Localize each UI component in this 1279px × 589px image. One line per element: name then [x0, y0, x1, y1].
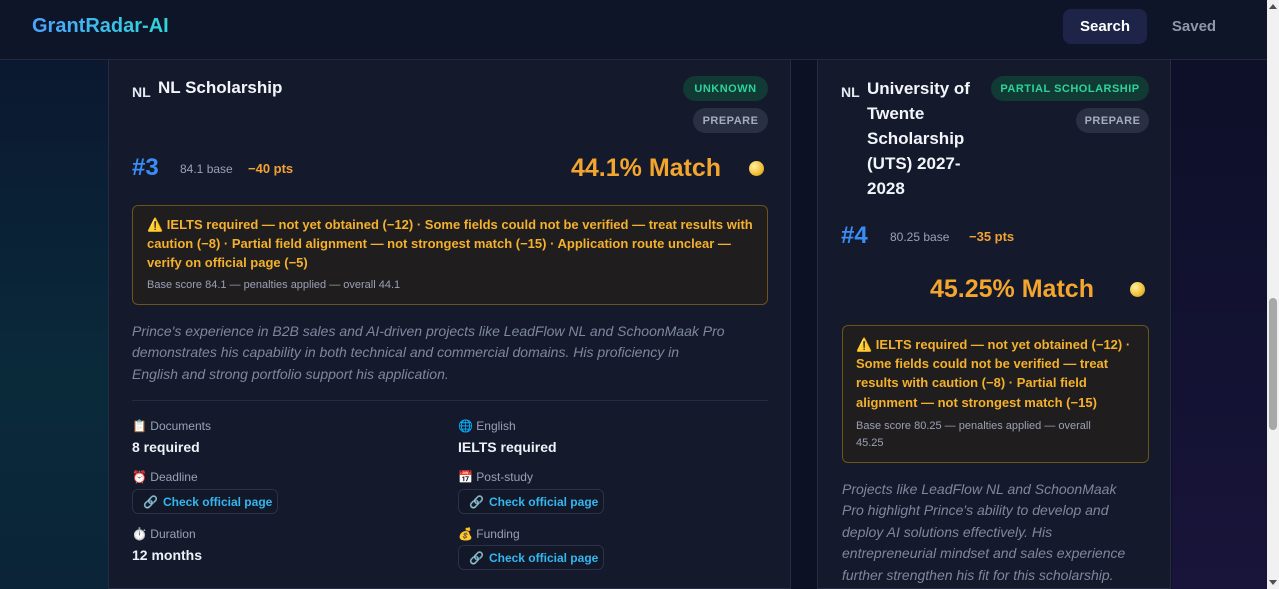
warning-line: verify on official page (−5): [147, 255, 308, 270]
background-right: [1172, 60, 1267, 589]
link-icon: 🔗: [469, 550, 484, 565]
scholarship-card-nl: NL NL Scholarship UNKNOWN PREPARE #3 84.…: [108, 60, 791, 589]
nav-saved-button[interactable]: Saved: [1158, 9, 1230, 44]
scroll-down-arrow-icon[interactable]: [1269, 580, 1277, 585]
base-score: 80.25 base: [890, 230, 950, 244]
warning-subtext: Base score 84.1 — penalties applied — ov…: [147, 279, 401, 291]
warning-box: ⚠️ IELTS required — not yet obtained (−1…: [132, 205, 768, 305]
duration-label: ⏱️ Duration: [132, 527, 196, 541]
brand-logo[interactable]: GrantRadar-AI: [32, 15, 169, 38]
link-text: Check official page: [488, 550, 599, 565]
funding-link-button[interactable]: 🔗 Check official page: [458, 545, 604, 570]
nav-search-button[interactable]: Search: [1063, 9, 1147, 44]
summary-line: Prince's experience in B2B sales and AI-…: [132, 323, 725, 339]
summary-line: English and strong portfolio support his…: [132, 366, 449, 382]
status-badge: PARTIAL SCHOLARSHIP: [991, 76, 1149, 101]
prepare-badge[interactable]: PREPARE: [1076, 108, 1149, 133]
warning-box: ⚠️ IELTS required — not yet obtained (−1…: [842, 325, 1149, 463]
flag-icon: NL: [841, 84, 860, 100]
warning-line: results with caution (−8) · Partial fiel…: [856, 375, 1087, 390]
deadline-link-button[interactable]: 🔗 Check official page: [132, 489, 278, 514]
card-title-line: 2028: [867, 179, 905, 198]
page-scrollbar[interactable]: [1267, 0, 1279, 589]
link-icon: 🔗: [143, 494, 158, 509]
summary-line: Pro highlight Prince's ability to develo…: [842, 502, 1109, 518]
card-title-line: Twente: [867, 104, 925, 123]
card-title-line: (UTS) 2027-: [867, 154, 961, 173]
summary-line: entrepreneurial mindset and sales experi…: [842, 545, 1126, 561]
link-icon: 🔗: [469, 494, 484, 509]
warning-subtext: Base score 80.25 — penalties applied — o…: [856, 420, 1091, 432]
prepare-badge[interactable]: PREPARE: [693, 108, 768, 133]
english-value: IELTS required: [458, 439, 557, 455]
duration-value: 12 months: [132, 547, 203, 563]
summary-line: Projects like LeadFlow NL and SchoonMaak: [842, 481, 1117, 497]
warning-subtext: 45.25: [856, 437, 884, 449]
warning-line: caution (−8) · Partial field alignment —…: [147, 236, 731, 251]
card-title-line: University of: [867, 79, 970, 98]
rank-label: #4: [841, 222, 868, 249]
flag-icon: NL: [132, 84, 151, 100]
status-badge: UNKNOWN: [683, 76, 768, 101]
scroll-up-arrow-icon[interactable]: [1269, 4, 1277, 9]
rank-label: #3: [132, 154, 159, 181]
warning-line: ⚠️ IELTS required — not yet obtained (−1…: [856, 337, 1131, 352]
warning-line: Some fields could not be verified — trea…: [856, 356, 1109, 371]
background-left: [0, 60, 110, 589]
warning-line: ⚠️ IELTS required — not yet obtained (−1…: [147, 217, 753, 232]
coin-icon: [1130, 282, 1145, 297]
base-score: 84.1 base: [180, 162, 233, 176]
english-label: 🌐 English: [458, 419, 516, 433]
summary-line: deploy AI solutions effectively. His: [842, 524, 1053, 540]
coin-icon: [749, 161, 764, 176]
link-text: Check official page: [162, 494, 273, 509]
documents-label: 📋 Documents: [132, 419, 211, 433]
top-navbar: GrantRadar-AI Search Saved: [0, 0, 1267, 60]
match-score: 45.25% Match: [930, 275, 1094, 303]
poststudy-link-button[interactable]: 🔗 Check official page: [458, 489, 604, 514]
scholarship-card-twente: NL University of Twente Scholarship (UTS…: [817, 60, 1171, 589]
deadline-label: ⏰ Deadline: [132, 470, 198, 484]
link-text: Check official page: [488, 494, 599, 509]
card-title: NL Scholarship: [158, 78, 283, 97]
warning-line: alignment — not strongest match (−15): [856, 395, 1097, 410]
poststudy-label: 📅 Post-study: [458, 470, 533, 484]
funding-label: 💰 Funding: [458, 527, 520, 541]
divider: [132, 400, 768, 401]
summary-line: further strengthen his fit for this scho…: [842, 567, 1114, 583]
summary-line: demonstrates his capability in both tech…: [132, 344, 680, 360]
penalty-points: −40 pts: [248, 161, 294, 176]
scroll-thumb[interactable]: [1269, 298, 1277, 430]
match-score: 44.1% Match: [571, 154, 722, 182]
penalty-points: −35 pts: [969, 229, 1015, 244]
card-title-line: Scholarship: [867, 129, 965, 148]
documents-value: 8 required: [132, 439, 200, 455]
